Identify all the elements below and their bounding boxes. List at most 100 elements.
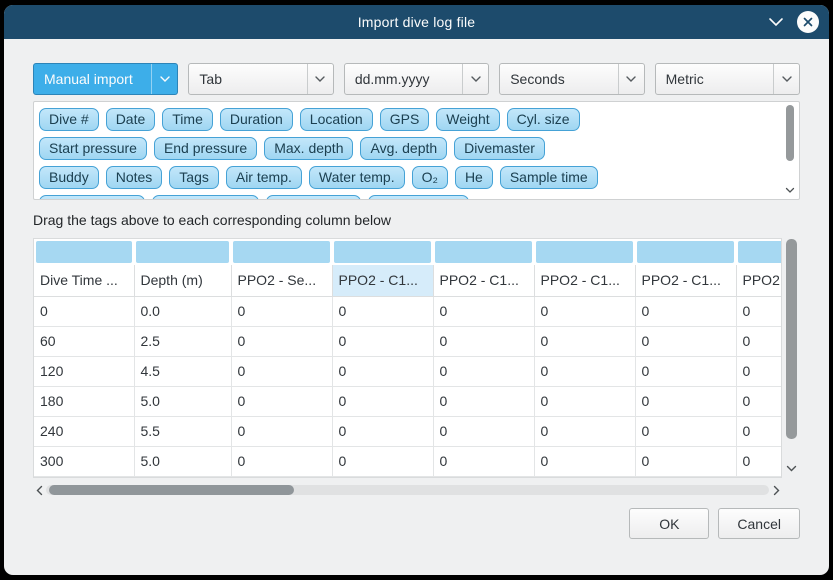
column-header[interactable]: PPO2 - C1...: [635, 265, 736, 296]
combo-dd-mm-yyyy[interactable]: dd.mm.yyyy: [344, 63, 489, 95]
drop-cell[interactable]: [34, 239, 134, 265]
table-cell: 0: [736, 296, 782, 326]
tag-sample-temp[interactable]: Sample temp.: [152, 195, 258, 200]
tag-he[interactable]: He: [455, 166, 493, 189]
table-cell: 0: [332, 296, 433, 326]
tag-duration[interactable]: Duration: [220, 108, 293, 131]
column-header[interactable]: Depth (m): [134, 265, 231, 296]
tag-max-depth[interactable]: Max. depth: [264, 137, 353, 160]
tag-time[interactable]: Time: [162, 108, 213, 131]
table-cell: 300: [34, 446, 134, 476]
tag-sample-time[interactable]: Sample time: [500, 166, 598, 189]
tag-avg-depth[interactable]: Avg. depth: [360, 137, 447, 160]
scroll-right-icon[interactable]: [770, 482, 782, 498]
table-cell: 5.5: [134, 416, 231, 446]
tag-gps[interactable]: GPS: [380, 108, 430, 131]
column-header[interactable]: PPO2 - Se...: [231, 265, 332, 296]
column-header[interactable]: PPO2 - C1...: [332, 265, 433, 296]
tag-air-temp[interactable]: Air temp.: [226, 166, 302, 189]
drop-cell-fill: [36, 241, 132, 263]
table-vscrollbar[interactable]: [783, 238, 800, 478]
column-header[interactable]: PPO2 - C1...: [534, 265, 635, 296]
combo-metric[interactable]: Metric: [655, 63, 800, 95]
tag-location[interactable]: Location: [300, 108, 373, 131]
scroll-left-icon[interactable]: [33, 482, 45, 498]
preview-table-zone: Dive Time ...Depth (m)PPO2 - Se...PPO2 -…: [33, 238, 800, 478]
combo-manual-import[interactable]: Manual import: [33, 63, 178, 95]
titlebar: Import dive log file: [4, 5, 829, 39]
drop-cell-fill: [738, 241, 782, 263]
tag-sample-cns[interactable]: Sample CNS: [368, 195, 469, 200]
combo-row: Manual import Tab dd.mm.yyyy Seconds Metric: [33, 63, 800, 95]
chevron-down-icon[interactable]: [768, 17, 784, 27]
table-cell: 0: [433, 356, 534, 386]
drop-cell[interactable]: [433, 239, 534, 265]
table-cell: 0: [534, 386, 635, 416]
table-row: 3005.0000000: [34, 446, 782, 476]
cancel-button[interactable]: Cancel: [718, 508, 800, 539]
table-cell: 0: [635, 296, 736, 326]
combo-seconds[interactable]: Seconds: [499, 63, 644, 95]
drop-cell-fill: [233, 241, 330, 263]
column-header[interactable]: PPO2 - C1...: [433, 265, 534, 296]
tag-divemaster[interactable]: Divemaster: [454, 137, 545, 160]
drop-cell[interactable]: [635, 239, 736, 265]
table-cell: 0.0: [134, 296, 231, 326]
drop-cell-fill: [334, 241, 431, 263]
table-cell: 0: [433, 416, 534, 446]
table-cell: 0: [534, 326, 635, 356]
table-cell: 0: [433, 296, 534, 326]
table-hscrollbar[interactable]: [33, 482, 782, 498]
tag-date[interactable]: Date: [106, 108, 156, 131]
tag-sample-po[interactable]: Sample pO₂: [266, 195, 361, 200]
chevron-down-icon: [307, 64, 333, 94]
combo-tab[interactable]: Tab: [188, 63, 333, 95]
table-cell: 0: [332, 446, 433, 476]
tag-dive[interactable]: Dive #: [39, 108, 99, 131]
tag-tags[interactable]: Tags: [169, 166, 219, 189]
table-cell: 0: [736, 356, 782, 386]
tag-scrollbar[interactable]: [784, 105, 796, 196]
tag-water-temp[interactable]: Water temp.: [309, 166, 405, 189]
table-cell: 0: [635, 446, 736, 476]
column-header[interactable]: PPO2: [736, 265, 782, 296]
drop-cell[interactable]: [534, 239, 635, 265]
table-row: 1805.0000000: [34, 386, 782, 416]
scrollbar-thumb[interactable]: [786, 105, 794, 161]
table-cell: 60: [34, 326, 134, 356]
table-cell: 0: [736, 326, 782, 356]
table-cell: 5.0: [134, 446, 231, 476]
tag-buddy[interactable]: Buddy: [39, 166, 99, 189]
tag-notes[interactable]: Notes: [106, 166, 163, 189]
table-cell: 0: [231, 326, 332, 356]
table-cell: 0: [433, 446, 534, 476]
table-row: 2405.5000000: [34, 416, 782, 446]
column-header[interactable]: Dive Time ...: [34, 265, 134, 296]
tag-weight[interactable]: Weight: [436, 108, 499, 131]
drop-cell[interactable]: [134, 239, 231, 265]
close-icon[interactable]: [797, 11, 819, 33]
drop-cell-fill: [637, 241, 734, 263]
tag-cyl-size[interactable]: Cyl. size: [507, 108, 580, 131]
chevron-down-icon: [773, 64, 799, 94]
ok-button[interactable]: OK: [629, 508, 709, 539]
tag-sample-depth[interactable]: Sample depth: [39, 195, 145, 200]
chevron-down-icon: [462, 64, 488, 94]
drop-cell[interactable]: [332, 239, 433, 265]
table-cell: 0: [34, 296, 134, 326]
tag-end-pressure[interactable]: End pressure: [154, 137, 257, 160]
scroll-down-icon[interactable]: [783, 462, 800, 476]
scrollbar-thumb[interactable]: [49, 485, 294, 495]
scroll-down-icon[interactable]: [784, 184, 796, 196]
table-cell: 2.5: [134, 326, 231, 356]
combo-value: Manual import: [34, 71, 151, 87]
drop-cell[interactable]: [231, 239, 332, 265]
table-cell: 0: [635, 386, 736, 416]
drop-cell-fill: [136, 241, 229, 263]
scrollbar-thumb[interactable]: [786, 239, 797, 439]
tag-start-pressure[interactable]: Start pressure: [39, 137, 147, 160]
tag-o[interactable]: O₂: [412, 166, 448, 189]
table-cell: 240: [34, 416, 134, 446]
drop-target-row: [34, 239, 782, 265]
drop-cell[interactable]: [736, 239, 782, 265]
